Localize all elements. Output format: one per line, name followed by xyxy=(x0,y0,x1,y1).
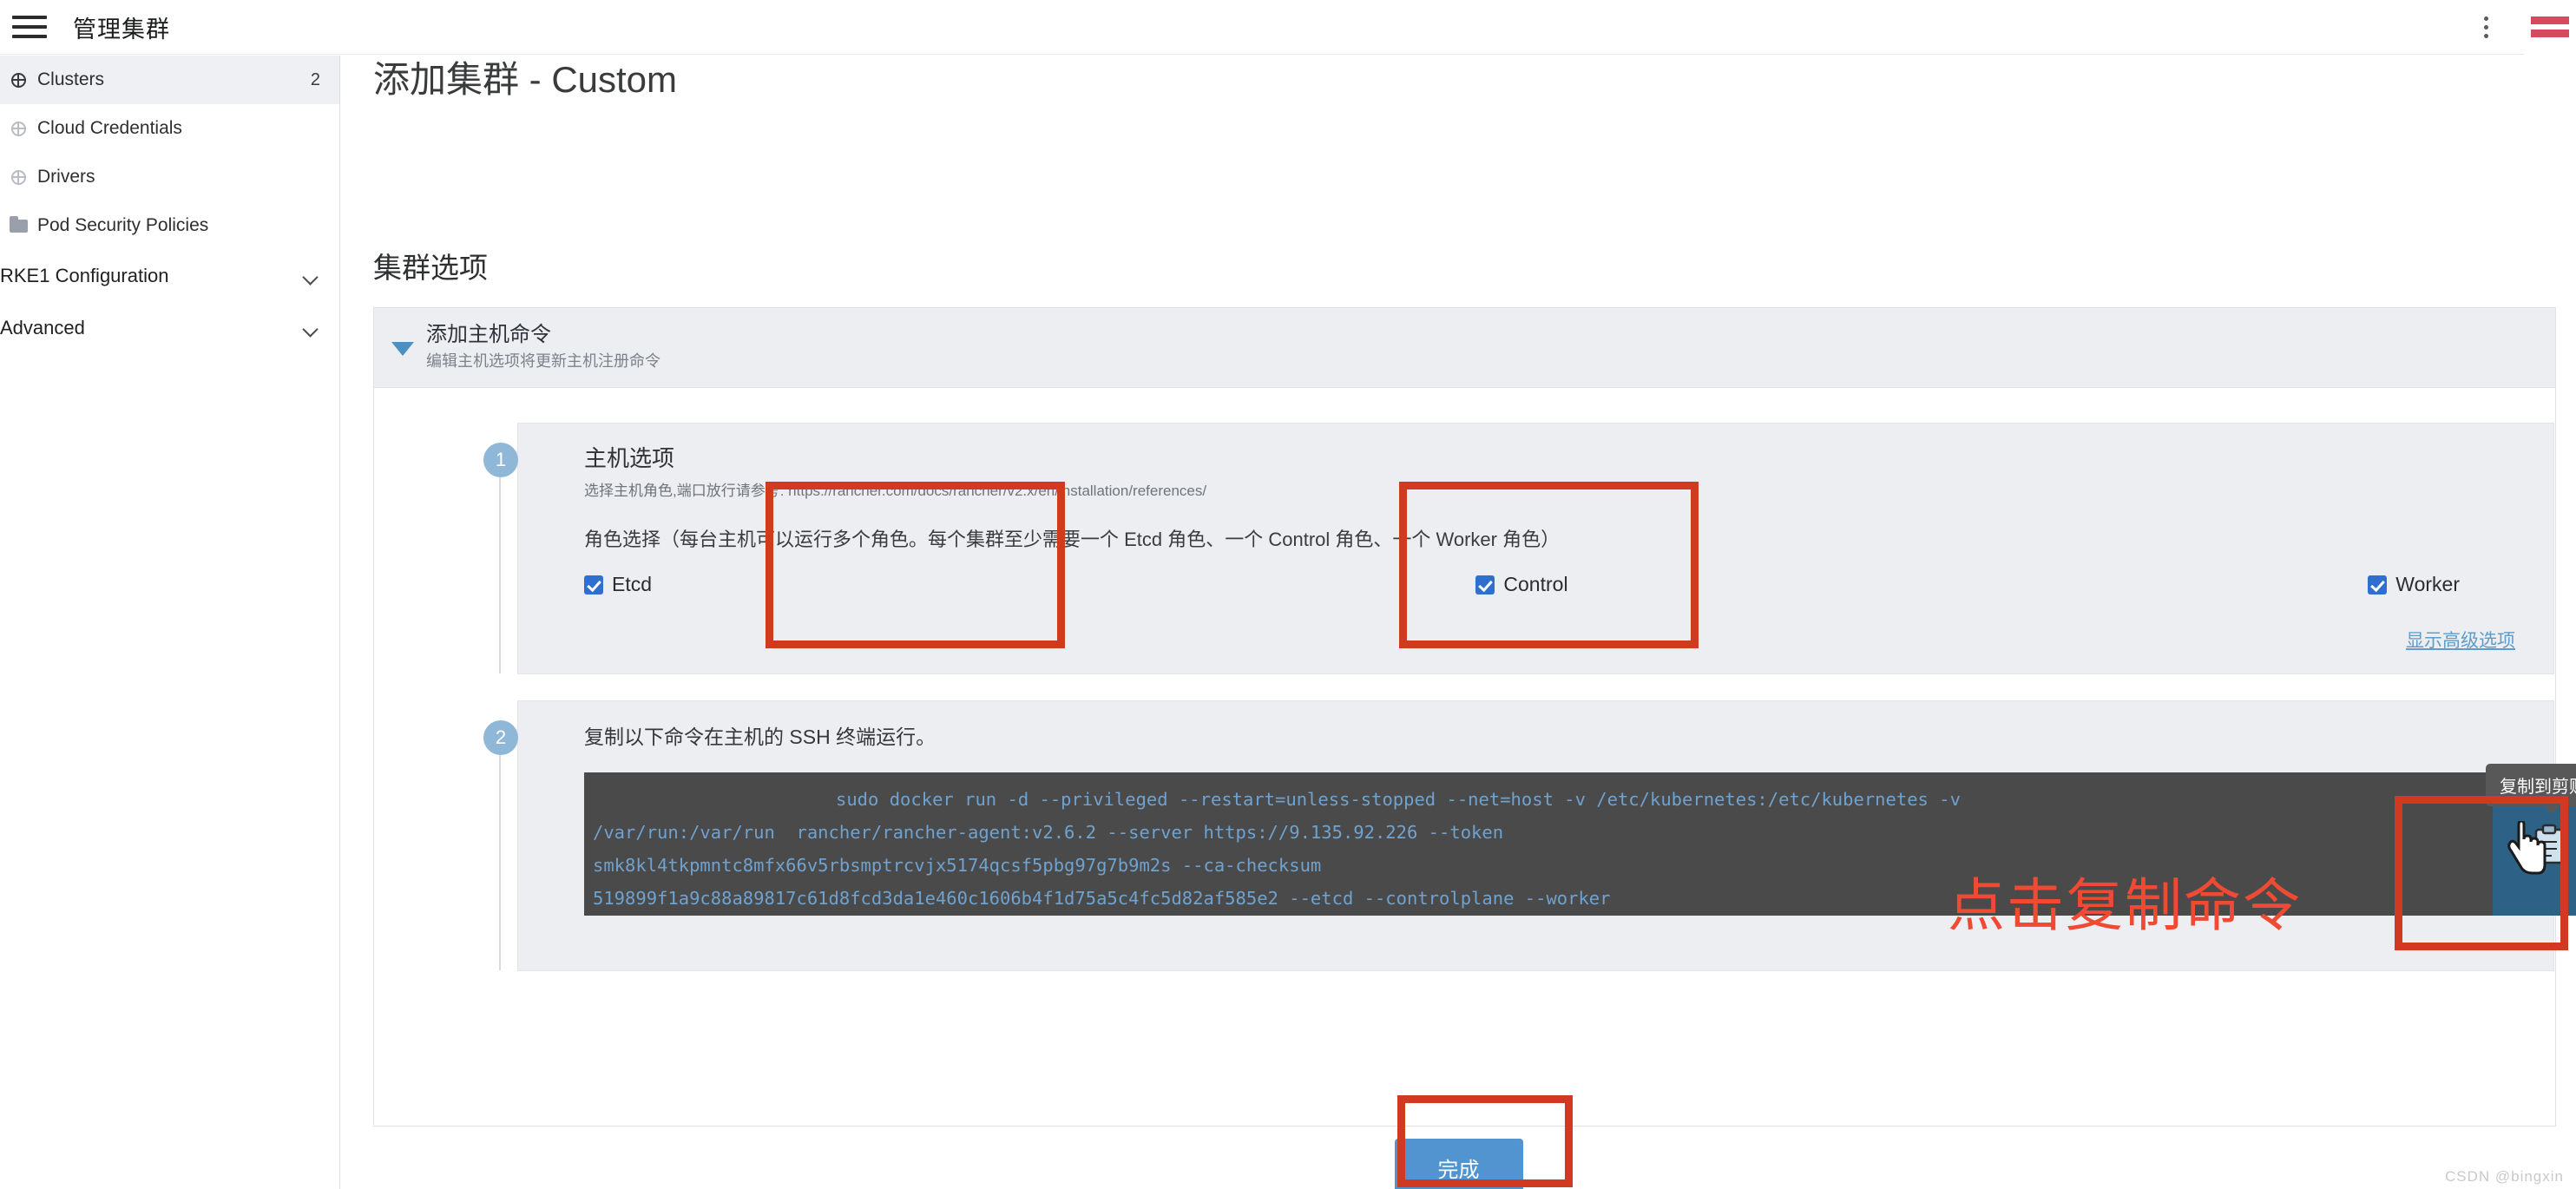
sidebar: Clusters 2 Cloud Credentials Drivers Pod… xyxy=(0,56,340,1189)
step-badge: 1 xyxy=(483,443,518,477)
sidebar-item-cloud-credentials[interactable]: Cloud Credentials xyxy=(0,104,339,153)
checkbox-worker[interactable]: Worker xyxy=(1835,573,2484,596)
hamburger-bar xyxy=(12,35,47,38)
sidebar-group-label: RKE1 Configuration xyxy=(0,265,169,286)
sidebar-group-label: Advanced xyxy=(0,317,85,338)
checkbox-etcd[interactable]: Etcd xyxy=(584,573,1209,596)
checkbox-etcd-box[interactable] xyxy=(584,575,603,594)
sidebar-item-label: Pod Security Policies xyxy=(37,215,209,235)
app-title: 管理集群 xyxy=(73,16,170,43)
kebab-dot xyxy=(2483,24,2488,30)
sidebar-item-count: 2 xyxy=(310,69,320,89)
brand-bar xyxy=(2531,30,2569,37)
folder-icon xyxy=(7,215,30,233)
kebab-menu-icon[interactable] xyxy=(2470,10,2501,44)
checkbox-etcd-label: Etcd xyxy=(612,573,653,595)
sidebar-group-advanced[interactable]: Advanced xyxy=(0,302,339,354)
sidebar-item-pod-security-policies[interactable]: Pod Security Policies xyxy=(0,201,339,250)
watermark: CSDN @bingxin xyxy=(2444,1168,2564,1185)
brand-bar xyxy=(2531,16,2569,24)
registration-command-block[interactable]: sudo docker run -d --privileged --restar… xyxy=(584,772,2531,916)
hamburger-bar xyxy=(12,25,47,29)
clipboard-copy-icon xyxy=(2507,821,2564,875)
step-2-run-command: 2 复制以下命令在主机的 SSH 终端运行。 sudo docker run -… xyxy=(483,700,2576,971)
sidebar-item-drivers[interactable]: Drivers xyxy=(0,153,339,201)
panel-header[interactable]: 添加主机命令 编辑主机选项将更新主机注册命令 xyxy=(374,308,2555,388)
panel-header-text: 添加主机命令 编辑主机选项将更新主机注册命令 xyxy=(426,322,660,372)
checkbox-control-box[interactable] xyxy=(1475,575,1495,594)
command-line: /var/run:/var/run rancher/rancher-agent:… xyxy=(593,822,1504,843)
step-1-body: 主机选项 选择主机角色,端口放行请参考: https://rancher.com… xyxy=(518,424,2553,596)
chevron-down-icon xyxy=(303,324,319,332)
hamburger-icon[interactable] xyxy=(12,15,47,39)
sidebar-item-label: Clusters xyxy=(37,69,105,89)
command-line: 519899f1a9c88a89817c61d8fcd3da1e460c1606… xyxy=(593,888,1611,909)
copy-to-clipboard-button[interactable]: 复制到剪贴板 xyxy=(2486,764,2576,916)
sidebar-item-label: Cloud Credentials xyxy=(37,118,182,138)
main-content: 添加集群 - Custom 集群选项 添加主机命令 编辑主机选项将更新主机注册命… xyxy=(341,56,2576,1189)
panel-title: 添加主机命令 xyxy=(426,323,551,347)
checkbox-control[interactable]: Control xyxy=(1209,573,1834,596)
globe-icon xyxy=(7,169,30,185)
step-badge: 2 xyxy=(483,720,518,755)
sidebar-item-clusters[interactable]: Clusters 2 xyxy=(0,56,339,104)
kebab-dot xyxy=(2483,16,2488,21)
brand-logo xyxy=(2524,0,2576,55)
page-title: 添加集群 - Custom xyxy=(373,59,678,100)
top-bar: 管理集群 xyxy=(0,0,2576,55)
command-line: smk8kl4tkpmntc8mfx66v5rbsmptrcvjx5174qcs… xyxy=(593,855,1322,876)
chevron-down-icon xyxy=(303,272,319,280)
section-title: 集群选项 xyxy=(373,252,488,284)
caret-down-icon[interactable] xyxy=(391,341,414,356)
role-checkbox-row: Etcd Control Worker xyxy=(584,573,2519,596)
globe-icon xyxy=(7,121,30,136)
sidebar-item-label: Drivers xyxy=(37,167,95,187)
add-host-command-panel: 添加主机命令 编辑主机选项将更新主机注册命令 1 主机选项 选择主机角色,端口放… xyxy=(373,307,2576,1127)
finish-button[interactable]: 完成 xyxy=(1394,1139,1523,1189)
globe-icon xyxy=(7,72,30,88)
step-rail xyxy=(499,755,501,970)
role-description: 角色选择（每台主机可以运行多个角色。每个集群至少需要一个 Etcd 角色、一个 … xyxy=(584,529,1561,550)
copy-tooltip: 复制到剪贴板 xyxy=(2486,764,2576,814)
step-rail xyxy=(499,477,501,673)
command-line: sudo docker run -d --privileged --restar… xyxy=(836,789,1961,810)
kebab-dot xyxy=(2483,33,2488,38)
checkbox-worker-label: Worker xyxy=(2395,573,2460,595)
step-1-heading: 主机选项 xyxy=(584,445,675,471)
step-2-instruction: 复制以下命令在主机的 SSH 终端运行。 xyxy=(584,726,936,748)
checkbox-worker-box[interactable] xyxy=(2368,575,2388,594)
checkbox-control-label: Control xyxy=(1503,573,1568,595)
footer-actions: 完成 xyxy=(341,1139,2576,1189)
top-bar-right xyxy=(2470,0,2576,55)
sidebar-group-rke1-configuration[interactable]: RKE1 Configuration xyxy=(0,250,339,302)
hamburger-bar xyxy=(12,16,47,19)
step-1-subtitle: 选择主机角色,端口放行请参考: https://rancher.com/docs… xyxy=(584,483,1207,499)
show-advanced-options-link[interactable]: 显示高级选项 xyxy=(2406,627,2515,653)
step-1-host-options: 1 主机选项 选择主机角色,端口放行请参考: https://rancher.c… xyxy=(483,423,2554,674)
panel-subtitle: 编辑主机选项将更新主机注册命令 xyxy=(426,352,660,371)
